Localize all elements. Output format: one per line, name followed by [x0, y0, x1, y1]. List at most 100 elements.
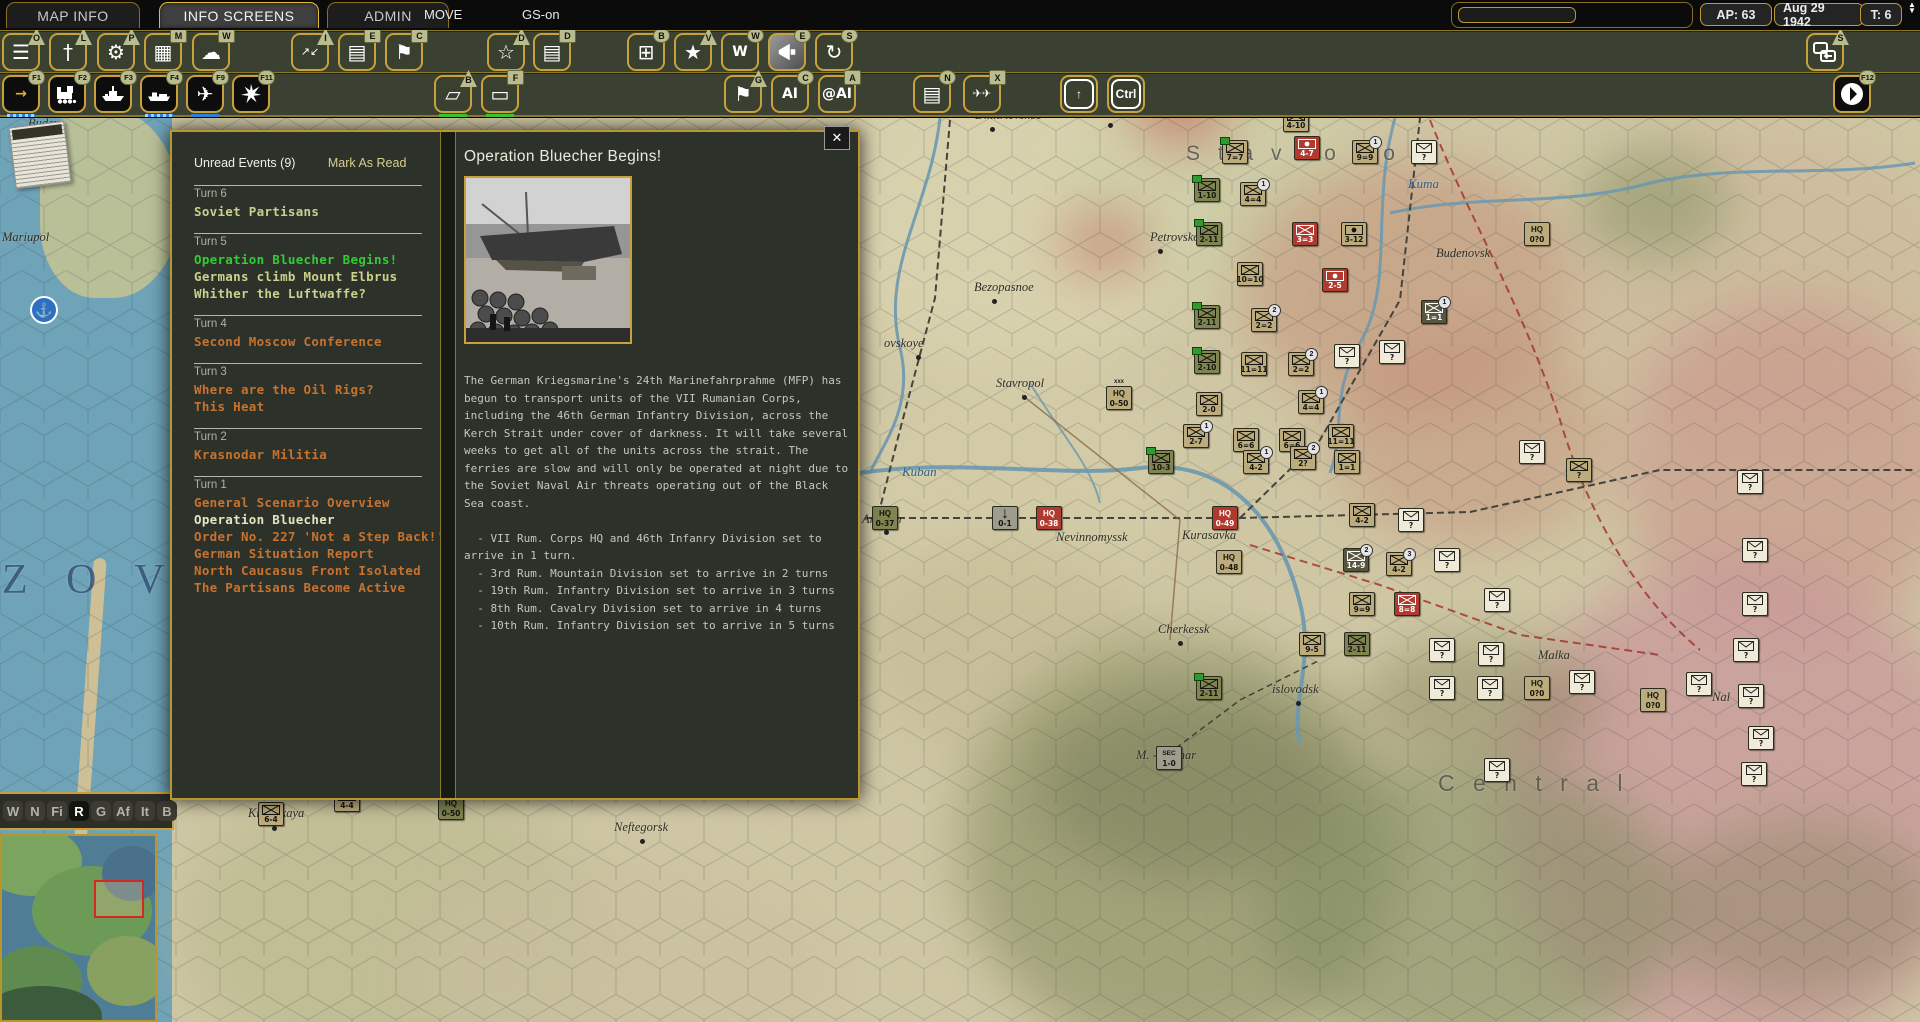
tab-map-info[interactable]: MAP INFO	[6, 2, 140, 28]
unit-counter[interactable]: 7=7	[1222, 140, 1248, 164]
toolbar2-notes-icon[interactable]: ▤N	[913, 75, 951, 113]
toolbar1-scenario-briefing-icon[interactable]: ⚑C	[385, 33, 423, 71]
tab-info-screens[interactable]: INFO SCREENS	[159, 2, 319, 28]
event-list-item[interactable]: Order No. 227 'Not a Step Back!'	[194, 528, 422, 545]
theater-chip-w[interactable]: W	[3, 801, 23, 821]
unit-counter[interactable]: 14-92	[1343, 548, 1369, 572]
unknown-enemy-unit[interactable]: ?	[1334, 344, 1360, 368]
unknown-enemy-unit[interactable]: ?	[1429, 638, 1455, 662]
toolbar2-objectives-flags-icon[interactable]: ⚑G	[724, 75, 762, 113]
unknown-enemy-unit[interactable]: ?	[1569, 670, 1595, 694]
port-anchor-icon[interactable]: ⚓	[30, 296, 58, 324]
unknown-enemy-unit[interactable]: ?	[1748, 726, 1774, 750]
toolbar2-ai-assist-icon[interactable]: @AIA	[818, 75, 856, 113]
unit-counter[interactable]: 2-5	[1322, 268, 1348, 292]
newspaper-event-icon[interactable]	[8, 121, 71, 189]
unit-counter[interactable]: 9=9	[1349, 592, 1375, 616]
theater-chip-af[interactable]: Af	[113, 801, 133, 821]
toolbar2-naval-boxes-icon[interactable]: ▱B	[434, 75, 472, 113]
toolbar2-move-mode-icon[interactable]: →F1	[2, 75, 40, 113]
unit-counter[interactable]: 1=1	[1334, 450, 1360, 474]
theater-chip-it[interactable]: It	[135, 801, 155, 821]
scroll-arrows-icon[interactable]: ▲▼	[1906, 2, 1918, 28]
unit-counter[interactable]: 2-11	[1344, 632, 1370, 656]
unknown-enemy-unit[interactable]: ?	[1398, 508, 1424, 532]
toolbar1-events-popup-icon[interactable]: E	[768, 33, 806, 71]
unit-counter[interactable]: 4-2	[1349, 503, 1375, 527]
unit-counter[interactable]: 3-12	[1341, 222, 1367, 246]
toolbar2-next-screen-icon[interactable]: F12	[1833, 75, 1871, 113]
unknown-enemy-unit[interactable]: ?	[1519, 440, 1545, 464]
unknown-enemy-unit[interactable]: ?	[1379, 340, 1405, 364]
unknown-enemy-unit[interactable]: ?	[1737, 470, 1763, 494]
event-list-item[interactable]: Operation Bluecher Begins!	[194, 251, 422, 268]
unknown-enemy-unit[interactable]: ?	[1411, 140, 1437, 164]
unit-counter[interactable]: 10=10	[1237, 262, 1263, 286]
hq-unit[interactable]: HQ0-37	[872, 506, 898, 530]
unit-counter[interactable]: 9-5	[1299, 632, 1325, 656]
toolbar1-decisions-icon[interactable]: ☆D	[487, 33, 525, 71]
minimap[interactable]	[0, 834, 157, 1022]
hq-unit[interactable]: HQ0?0	[1640, 688, 1666, 712]
toolbar2-air-missions-icon[interactable]: ✈✈X	[963, 75, 1001, 113]
toolbar2-sea-transport-mode-icon[interactable]: F3	[94, 75, 132, 113]
toolbar1-strategic-transfer-icon[interactable]: ↗↙I	[291, 33, 329, 71]
theater-chip-g[interactable]: G	[91, 801, 111, 821]
unit-counter[interactable]: 11=11	[1241, 352, 1267, 376]
hq-unit[interactable]: HQ0-38	[1036, 506, 1062, 530]
unit-counter[interactable]: 6=6	[1233, 428, 1259, 452]
unit-counter[interactable]: 2=22	[1288, 352, 1314, 376]
event-list-item[interactable]: This Heat	[194, 398, 422, 415]
unknown-enemy-unit[interactable]: ?	[1742, 538, 1768, 562]
unit-counter[interactable]: 2?2	[1290, 446, 1316, 470]
event-list-item[interactable]: Operation Bluecher	[194, 511, 422, 528]
toolbar1-preferences-icon[interactable]: ⚙P	[97, 33, 135, 71]
toolbar1-losses-icon[interactable]: †L	[49, 33, 87, 71]
unit-counter[interactable]: 4=41	[1240, 182, 1266, 206]
toolbar2-air-drop-mode-icon[interactable]: ✈F9	[186, 75, 224, 113]
gs-toggle[interactable]: GS-on	[522, 7, 560, 22]
event-list-item[interactable]: Where are the Oil Rigs?	[194, 381, 422, 398]
toolbar2-ctrl-key-icon[interactable]: Ctrl	[1107, 75, 1145, 113]
theater-chip-r[interactable]: R	[69, 801, 89, 821]
toolbar1-weather-icon[interactable]: ☁W	[192, 33, 230, 71]
unit-counter[interactable]: 2-11	[1196, 222, 1222, 246]
event-list-item[interactable]: Krasnodar Militia	[194, 446, 422, 463]
unknown-enemy-unit[interactable]: ?	[1484, 588, 1510, 612]
toolbar1-reports-icon[interactable]: ▤D	[533, 33, 571, 71]
toolbar2-freight-icon[interactable]: ▭F	[481, 75, 519, 113]
hq-unit[interactable]: HQ0?0	[1524, 676, 1550, 700]
toolbar1-order-of-battle-icon[interactable]: ☰O	[2, 33, 40, 71]
theater-chip-fi[interactable]: Fi	[47, 801, 67, 821]
toolbar1-map-statistics-icon[interactable]: ▦M	[144, 33, 182, 71]
unit-counter[interactable]: 6-4	[258, 802, 284, 826]
unit-counter[interactable]: SEC1-0	[1156, 746, 1182, 770]
unknown-enemy-unit[interactable]: ?	[1477, 676, 1503, 700]
unknown-enemy-unit[interactable]: ?	[1429, 676, 1455, 700]
unit-counter[interactable]: 4-23	[1386, 552, 1412, 576]
toolbar1-briefing-globe-icon[interactable]: ⊞B	[627, 33, 665, 71]
hq-unit[interactable]: HQ0-48	[1216, 550, 1242, 574]
unknown-enemy-unit[interactable]: ?	[1434, 548, 1460, 572]
unknown-enemy-unit[interactable]: ?	[1738, 684, 1764, 708]
toolbar2-ferry-mode-icon[interactable]: F4	[140, 75, 178, 113]
unit-counter[interactable]: 11=11	[1328, 424, 1354, 448]
hq-unit[interactable]: HQ0?0	[1524, 222, 1550, 246]
unit-counter[interactable]: 2-10	[1194, 350, 1220, 374]
unknown-enemy-unit[interactable]: ?	[1741, 762, 1767, 786]
toolbar1-wiki-icon[interactable]: WW	[721, 33, 759, 71]
mark-as-read-button[interactable]: Mark As Read	[328, 156, 407, 170]
unknown-enemy-unit[interactable]: ?	[1686, 672, 1712, 696]
unit-counter[interactable]: 9=91	[1352, 140, 1378, 164]
unit-counter[interactable]: ?	[1566, 458, 1592, 482]
close-icon[interactable]: ✕	[824, 126, 850, 150]
unit-counter[interactable]: 2-0	[1196, 392, 1222, 416]
unit-counter[interactable]: 2-11	[1194, 305, 1220, 329]
unit-counter[interactable]: 4-10	[1283, 118, 1309, 132]
unknown-enemy-unit[interactable]: ?	[1478, 642, 1504, 666]
theater-chip-b[interactable]: B	[157, 801, 177, 821]
event-list-item[interactable]: German Situation Report	[194, 545, 422, 562]
unit-counter[interactable]: 4=41	[1298, 390, 1324, 414]
unit-counter[interactable]: ↓0-1	[992, 506, 1018, 530]
toolbar2-ai-command-icon[interactable]: AIC	[771, 75, 809, 113]
